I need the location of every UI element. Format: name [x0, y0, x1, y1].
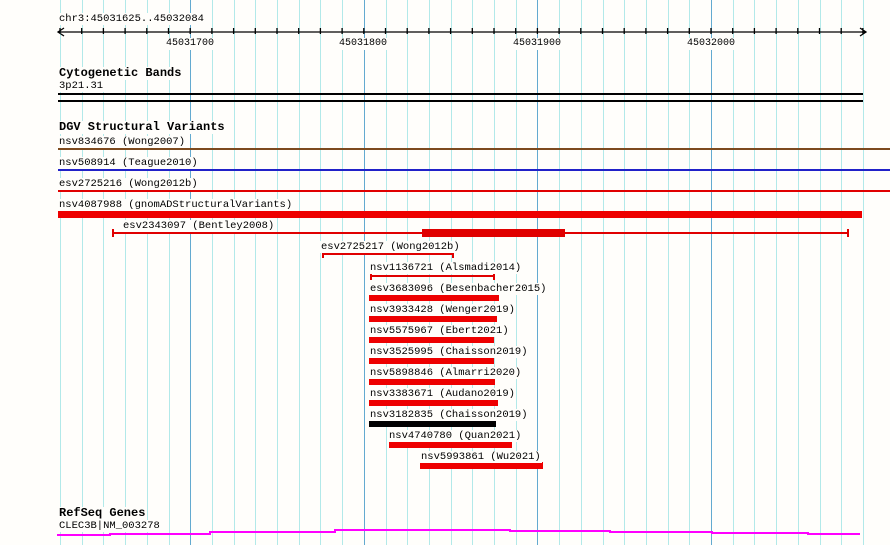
variant-label[interactable]: esv2725217 (Wong2012b) — [320, 241, 461, 253]
ruler-tick-label: 45031700 — [165, 38, 215, 50]
variant-label[interactable]: nsv834676 (Wong2007) — [58, 136, 187, 148]
cytoband-name[interactable]: 3p21.31 — [58, 80, 105, 92]
region-title: chr3:45031625..45032084 — [58, 13, 205, 25]
variant-label[interactable]: nsv3182835 (Chaisson2019) — [369, 409, 529, 421]
ruler-tick-label: 45032000 — [686, 38, 736, 50]
variant-label[interactable]: esv3683096 (Besenbacher2015) — [369, 283, 548, 295]
variant-label[interactable]: nsv508914 (Teague2010) — [58, 157, 199, 169]
variant-label[interactable]: nsv3525995 (Chaisson2019) — [369, 346, 529, 358]
variant-label[interactable]: esv2343097 (Bentley2008) — [122, 220, 276, 232]
variant-label[interactable]: nsv4087988 (gnomADStructuralVariants) — [58, 199, 294, 211]
variant-label[interactable]: nsv1136721 (Alsmadi2014) — [369, 262, 523, 274]
variant-label[interactable]: nsv4740780 (Quan2021) — [388, 430, 523, 442]
variant-label[interactable]: nsv5993861 (Wu2021) — [420, 451, 542, 463]
ruler-tick-label: 45031800 — [338, 38, 388, 50]
cytobands-section-title: Cytogenetic Bands — [58, 66, 183, 80]
dgv-section-title: DGV Structural Variants — [58, 120, 226, 134]
variant-label[interactable]: nsv5575967 (Ebert2021) — [369, 325, 510, 337]
variant-label[interactable]: nsv3383671 (Audano2019) — [369, 388, 516, 400]
ruler-tick-label: 45031900 — [512, 38, 562, 50]
variant-label[interactable]: esv2725216 (Wong2012b) — [58, 178, 199, 190]
variant-label[interactable]: nsv3933428 (Wenger2019) — [369, 304, 516, 316]
refseq-section-title: RefSeq Genes — [58, 506, 147, 520]
variant-label[interactable]: nsv5898846 (Almarri2020) — [369, 367, 523, 379]
genome-browser-view: chr3:45031625..45032084 45031700 45031800… — [0, 0, 890, 545]
refseq-gene-name[interactable]: CLEC3B|NM_003278 — [58, 520, 161, 532]
